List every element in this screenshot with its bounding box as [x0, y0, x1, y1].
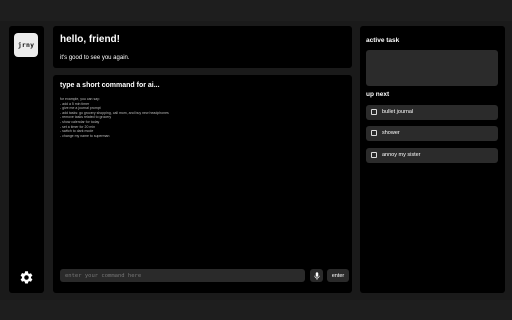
greeting-title: hello, friend! — [60, 34, 120, 45]
greeting-panel: hello, friend! it's good to see you agai… — [53, 26, 352, 68]
tasks-panel: active task up next bullet journal showe… — [360, 26, 505, 293]
command-input[interactable] — [60, 269, 305, 282]
task-label: shower — [382, 130, 400, 136]
gear-icon[interactable] — [19, 270, 34, 285]
example-line: - change my name to superman — [60, 133, 110, 138]
task-label: bullet journal — [382, 109, 414, 115]
task-item[interactable]: shower — [366, 126, 498, 141]
greeting-subtitle: it's good to see you again. — [60, 55, 130, 61]
task-label: annoy my sister — [382, 152, 421, 158]
microphone-icon — [313, 271, 320, 280]
enter-button[interactable]: enter — [327, 269, 349, 282]
task-item[interactable]: annoy my sister — [366, 148, 498, 163]
sidebar: jrny — [9, 26, 44, 293]
command-examples: for example, you can say: - add a 5 min … — [60, 97, 169, 138]
microphone-button[interactable] — [310, 269, 323, 282]
task-item[interactable]: bullet journal — [366, 105, 498, 120]
active-task-slot[interactable] — [366, 50, 498, 86]
app-logo[interactable]: jrny — [14, 33, 38, 57]
app-window: jrny hello, friend! it's good to see you… — [0, 21, 512, 300]
task-checkbox[interactable] — [371, 152, 377, 158]
task-checkbox[interactable] — [371, 109, 377, 115]
up-next-heading: up next — [366, 91, 390, 98]
active-task-heading: active task — [366, 37, 400, 44]
command-panel: type a short command for ai... for examp… — [53, 75, 352, 293]
command-title: type a short command for ai... — [60, 82, 160, 89]
task-checkbox[interactable] — [371, 130, 377, 136]
